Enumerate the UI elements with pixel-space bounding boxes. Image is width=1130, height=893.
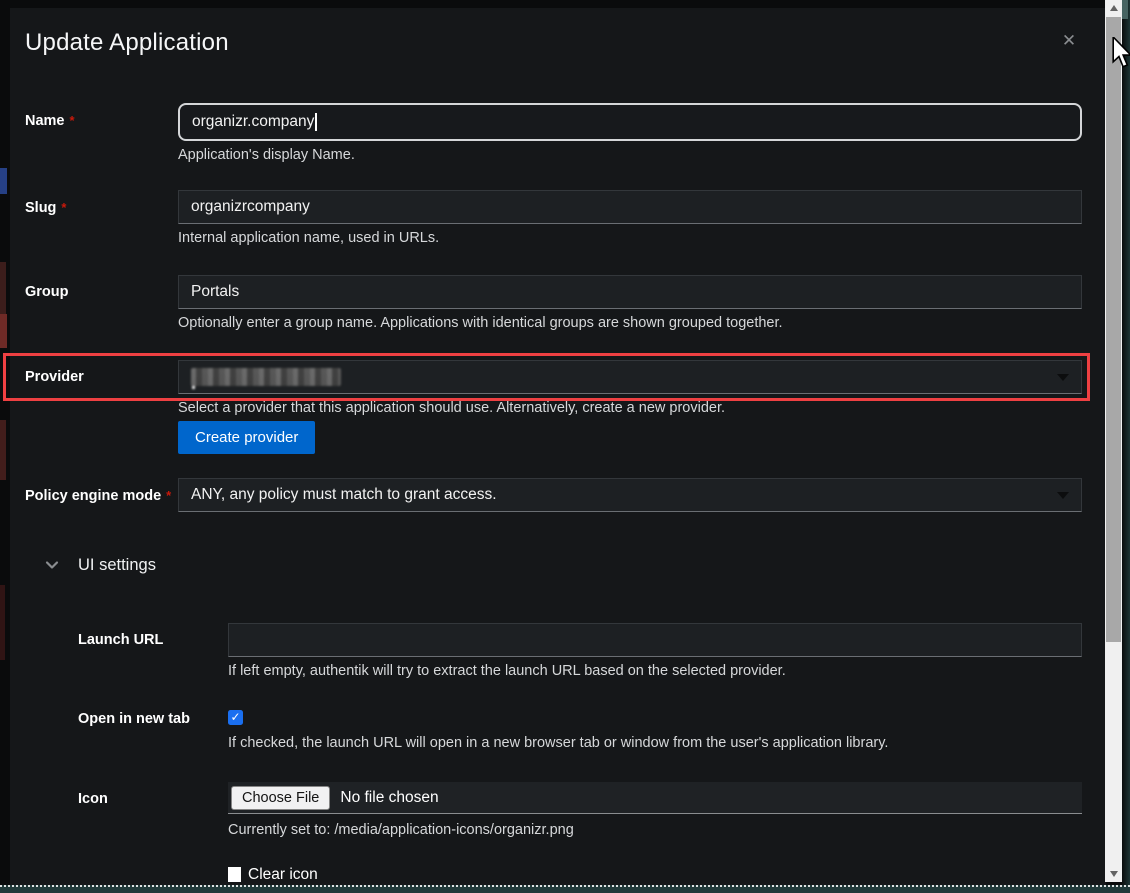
name-input[interactable]: organizr.company (178, 103, 1082, 141)
arrow-down-icon (1110, 871, 1118, 877)
group-help-text: Optionally enter a group name. Applicati… (178, 315, 1082, 332)
name-help-text: Application's display Name. (178, 147, 1082, 164)
group-input[interactable]: Portals (178, 275, 1082, 309)
arrow-up-icon (1110, 5, 1118, 11)
slug-label: Slug* (25, 190, 178, 247)
required-asterisk: * (166, 488, 171, 503)
section-ui-settings[interactable]: UI settings (45, 554, 1082, 576)
required-asterisk: * (61, 200, 66, 215)
form-row-clear-icon: Clear icon (78, 867, 1082, 887)
launch-url-help-text: If left empty, authentik will try to ext… (228, 663, 1082, 680)
required-asterisk: * (70, 113, 75, 128)
backdrop-fragment (0, 262, 6, 314)
form-row-icon: Icon Choose File No file chosen Currentl… (78, 782, 1082, 839)
modal-header: Update Application ✕ (25, 28, 1082, 58)
update-application-modal: Update Application ✕ Name* organizr.comp… (10, 8, 1106, 893)
scrollbar-up-button[interactable] (1105, 0, 1122, 16)
modal-title: Update Application (25, 28, 1082, 58)
bottom-edge-band (0, 885, 1130, 893)
open-in-new-tab-label: Open in new tab (78, 708, 228, 752)
text-cursor (315, 113, 317, 131)
file-chosen-status: No file chosen (340, 789, 438, 807)
open-in-new-tab-help-text: If checked, the launch URL will open in … (228, 735, 1082, 752)
backdrop-fragment (0, 168, 7, 194)
backdrop-fragment (0, 420, 6, 480)
window-corner (1122, 0, 1128, 19)
clear-icon-checkbox[interactable] (228, 867, 241, 882)
slug-help-text: Internal application name, used in URLs. (178, 230, 1082, 247)
form-row-open-in-new-tab: Open in new tab ✓ If checked, the launch… (78, 708, 1082, 752)
open-in-new-tab-checkbox[interactable]: ✓ (228, 710, 243, 725)
provider-select[interactable] (178, 360, 1082, 394)
group-label: Group (25, 275, 178, 332)
scrollbar-down-button[interactable] (1105, 866, 1122, 882)
chevron-down-icon (1057, 492, 1069, 499)
provider-help-text: Select a provider that this application … (178, 400, 1082, 417)
policy-engine-mode-value: ANY, any policy must match to grant acce… (191, 486, 497, 504)
policy-engine-mode-label: Policy engine mode* (25, 478, 178, 512)
slug-input[interactable]: organizrcompany (178, 190, 1082, 224)
backdrop-fragment (0, 585, 5, 660)
form-row-group: Group Portals Optionally enter a group n… (25, 275, 1082, 332)
form-row-name: Name* organizr.company Application's dis… (25, 103, 1082, 164)
group-input-value: Portals (191, 283, 239, 301)
provider-label: Provider (25, 360, 178, 454)
form-row-policy-engine-mode: Policy engine mode* ANY, any policy must… (25, 478, 1082, 512)
scrollbar[interactable] (1105, 0, 1122, 882)
icon-label: Icon (78, 782, 228, 839)
name-input-value: organizr.company (192, 113, 314, 131)
backdrop-fragment (0, 314, 7, 348)
chevron-down-icon (45, 558, 59, 572)
close-icon[interactable]: ✕ (1058, 30, 1080, 52)
form-row-launch-url: Launch URL If left empty, authentik will… (78, 623, 1082, 680)
provider-value-redacted (191, 368, 341, 386)
policy-engine-mode-select[interactable]: ANY, any policy must match to grant acce… (178, 478, 1082, 512)
chevron-down-icon (1057, 374, 1069, 381)
form-row-provider: Provider Select a provider that this app… (25, 360, 1082, 454)
slug-input-value: organizrcompany (191, 198, 310, 216)
create-provider-button[interactable]: Create provider (178, 421, 315, 454)
icon-help-text: Currently set to: /media/application-ico… (228, 822, 1082, 839)
window-right-edge (1122, 0, 1130, 893)
name-label: Name* (25, 103, 178, 164)
scrollbar-thumb[interactable] (1106, 17, 1121, 642)
launch-url-label: Launch URL (78, 623, 228, 680)
launch-url-input[interactable] (228, 623, 1082, 657)
icon-file-input[interactable]: Choose File No file chosen (228, 782, 1082, 814)
clear-icon-label: Clear icon (248, 866, 318, 883)
form-row-slug: Slug* organizrcompany Internal applicati… (25, 190, 1082, 247)
section-ui-settings-label: UI settings (78, 556, 156, 575)
choose-file-button[interactable]: Choose File (231, 786, 330, 810)
